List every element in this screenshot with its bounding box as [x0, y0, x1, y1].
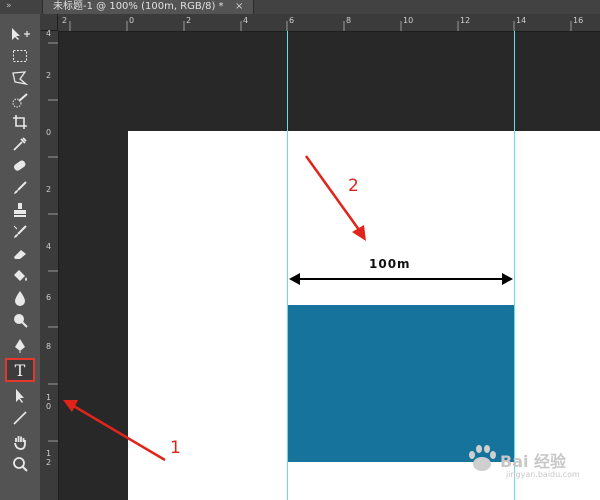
watermark-brand: Bai 经验: [500, 452, 567, 471]
annotation-arrow-icon: [63, 155, 366, 462]
annotation-number-1: 1: [170, 438, 181, 458]
annotation-number-2: 2: [348, 176, 359, 196]
watermark-url: jingyan.baidu.com: [506, 470, 580, 479]
